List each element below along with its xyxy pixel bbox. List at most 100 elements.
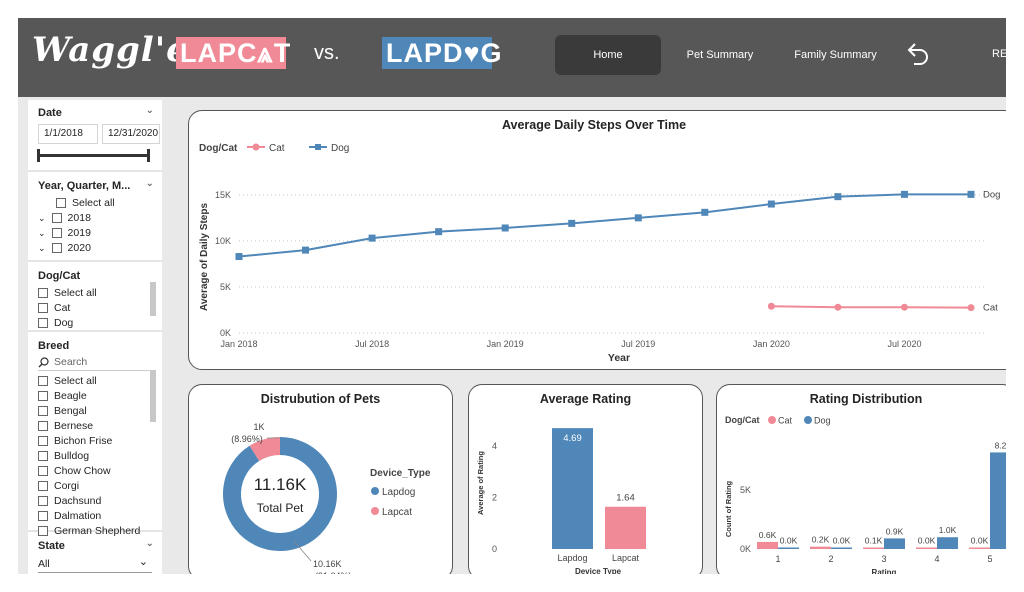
bar-data-label: 0.0K [833,536,851,546]
year-slicer-title: Year, Quarter, M... [38,180,131,192]
option-label: Select all [54,287,97,299]
bar-data-label: 4.69 [563,433,582,444]
checkbox-icon[interactable] [38,511,48,521]
breed-option[interactable]: Bichon Frise [38,434,112,448]
distribution-bar-dog [937,537,958,549]
checkbox-icon[interactable] [38,318,48,328]
nav-family-summary-button[interactable]: Family Summary [783,35,888,75]
x-tick-label: 3 [881,554,886,564]
date-range-end-handle[interactable] [147,149,150,162]
chevron-down-icon[interactable]: ⌄ [146,178,154,189]
dog-data-point [435,228,443,236]
checkbox-icon[interactable] [51,243,62,253]
x-axis-title: Year [608,352,630,364]
end-date-input[interactable]: 12/31/2020 [102,124,160,144]
legend-label: Lapcat [382,507,412,518]
breed-scrollbar[interactable] [150,370,156,422]
year-option-select-all[interactable]: Select all [56,196,115,210]
breed-option[interactable]: Bernese [38,419,93,433]
dog-data-point [834,193,842,201]
y-tick-label: 15K [215,190,231,200]
x-tick-label: Jan 2019 [487,339,524,349]
x-tick-label: Lapcat [612,553,640,563]
option-label: Bernese [54,420,94,432]
x-axis-title: Rating [872,568,897,574]
search-icon [38,356,49,367]
breed-option[interactable]: Dachsund [38,494,101,508]
year-option-2019[interactable]: ⌄ 2019 [38,226,91,240]
year-option-2018[interactable]: ⌄ 2018 [38,211,91,225]
series-line-dog [238,193,971,258]
bar-data-label: 0.1K [865,536,883,546]
chevron-down-icon[interactable]: ⌄ [146,105,154,116]
distribution-bar-cat [969,547,990,549]
pet-option-cat[interactable]: Cat [38,301,70,315]
expand-chevron-icon[interactable]: ⌄ [38,226,46,240]
dog-data-point [767,200,775,208]
nav-pet-summary-button[interactable]: Pet Summary [675,35,765,75]
breed-option[interactable]: Beagle [38,389,87,403]
breed-option[interactable]: Bengal [38,404,87,418]
bar-data-label: 1.64 [616,493,635,504]
expand-chevron-icon[interactable]: ⌄ [38,241,46,255]
breed-option[interactable]: Select all [38,374,97,388]
option-label: 2019 [67,227,91,239]
checkbox-icon[interactable] [38,451,48,461]
checkbox-icon[interactable] [38,496,48,506]
back-arrow-icon[interactable] [902,40,932,70]
state-dropdown[interactable]: All ⌄ [38,555,152,573]
pet-option-dog[interactable]: Dog [38,316,73,330]
total-pets-value: 11.16K [253,475,307,494]
pet-option-select-all[interactable]: Select all [38,286,97,300]
y-tick-label: 10K [215,236,231,246]
checkbox-icon[interactable] [38,421,48,431]
steps-line-chart[interactable]: Dog/Cat Cat Dog 0K 5K 10K 15K Jan 2018 Jul 2018 J… [189,111,1006,370]
y-tick-label: 0K [740,544,751,554]
checkbox-icon[interactable] [38,376,48,386]
breed-option[interactable]: Bulldog [38,449,89,463]
expand-chevron-icon[interactable]: ⌄ [38,211,46,225]
checkbox-icon[interactable] [51,213,62,223]
distribution-bar-cat [757,541,778,549]
checkbox-icon[interactable] [38,303,48,313]
option-label: Dachsund [54,495,102,507]
checkbox-icon[interactable] [38,288,48,298]
x-tick-label: Jan 2018 [220,339,257,349]
pet-type-scrollbar[interactable] [150,282,156,316]
option-label: Select all [72,197,115,209]
series-end-label: Dog [983,189,1000,200]
x-tick-label: Lapdog [557,553,587,563]
rating-distribution-chart[interactable]: Dog/Cat Cat Dog0K5KCount of Rating 0.6K0.0K… [717,385,1006,574]
chevron-down-icon[interactable]: ⌄ [146,538,154,549]
lapdog-logo: LAPD♥G [382,37,502,69]
date-range-start-handle[interactable] [37,149,40,162]
checkbox-icon[interactable] [38,466,48,476]
legend-marker-cat [768,416,776,424]
state-slicer: State ⌄ All ⌄ [28,534,162,574]
legend-label: Lapdog [382,487,415,498]
reset-button[interactable]: RE [992,48,1006,60]
legend-marker-dog [315,144,321,150]
y-tick-label: 5K [220,282,231,292]
y-tick-label: 4 [492,441,497,451]
cat-data-point [967,304,975,312]
nav-home-button[interactable]: Home [555,35,661,75]
breed-option[interactable]: Corgi [38,479,79,493]
start-date-input[interactable]: 1/1/2018 [38,124,98,144]
average-rating-bar-chart[interactable]: 0 2 4 Average of Rating 4.69 Lapdog 1.64 Lapcat… [469,385,703,574]
pet-type-slicer: Dog/Cat Select all Cat Dog [28,264,162,332]
legend-marker-dog [804,416,812,424]
checkbox-icon[interactable] [38,436,48,446]
breed-option[interactable]: Dalmation [38,509,101,523]
breed-search-input[interactable]: Search [38,356,87,368]
year-option-2020[interactable]: ⌄ 2020 [38,241,91,255]
checkbox-icon[interactable] [38,481,48,491]
cat-data-point [900,303,908,311]
breed-option[interactable]: Chow Chow [38,464,111,478]
checkbox-icon[interactable] [51,228,62,238]
checkbox-icon[interactable] [56,198,66,208]
y-axis-title: Average of Daily Steps [199,203,210,311]
checkbox-icon[interactable] [38,391,48,401]
total-pets-label: Total Pet [256,501,304,515]
checkbox-icon[interactable] [38,406,48,416]
